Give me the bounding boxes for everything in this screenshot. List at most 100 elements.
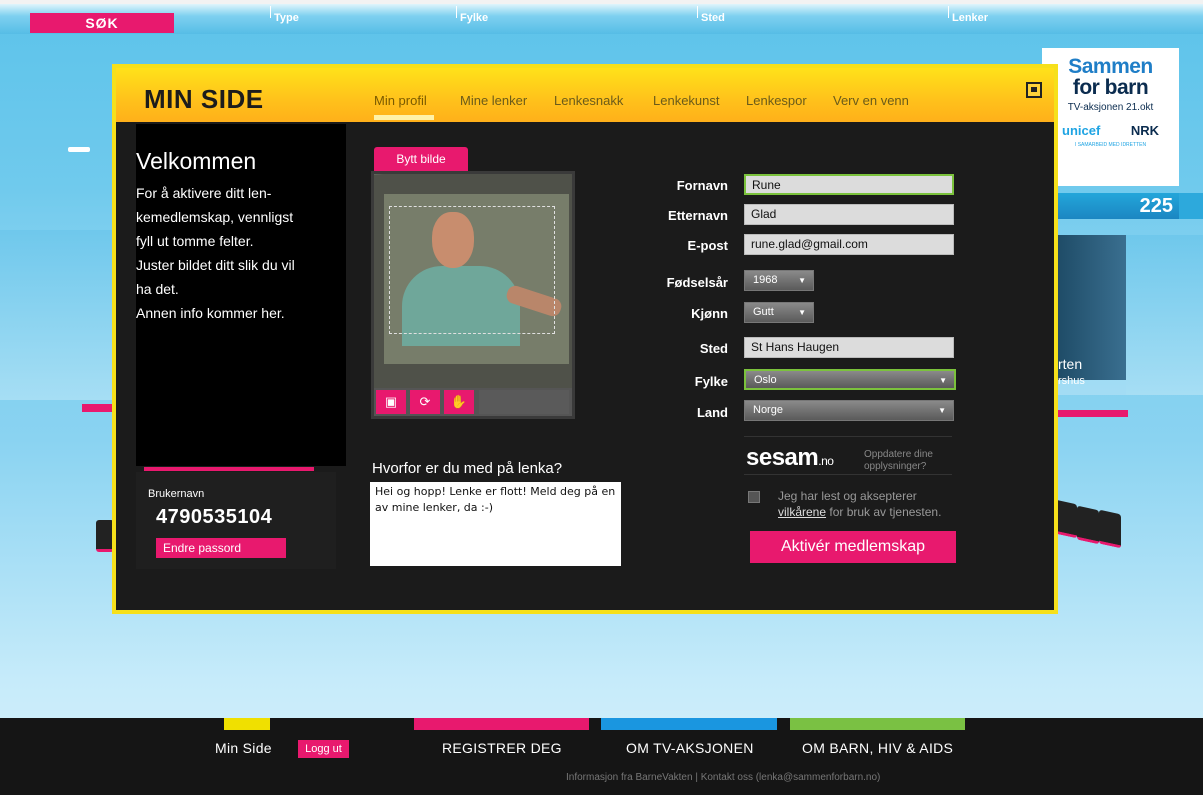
divider — [744, 436, 952, 437]
tab-lenkekunst[interactable]: Lenkekunst — [653, 93, 720, 108]
filter-links[interactable]: Lenker — [948, 6, 988, 24]
sponsor-title-1: Sammen — [1068, 55, 1153, 78]
tab-lenkesnakk[interactable]: Lenkesnakk — [554, 93, 623, 108]
sponsor-tagline: TV-aksjonen 21.okt — [1067, 102, 1154, 113]
filter-type[interactable]: Type — [270, 6, 299, 24]
sponsor-logo[interactable]: Sammen for barn TV-aksjonen 21.okt unice… — [1042, 48, 1179, 186]
background-card-name: rten — [1058, 356, 1083, 372]
welcome-text-line: For å aktivere ditt len- — [136, 185, 272, 201]
min-side-modal: MIN SIDE Min profil Mine lenker Lenkesna… — [112, 64, 1058, 614]
background-card-place: rshus — [1058, 375, 1085, 387]
chevron-down-icon: ▼ — [938, 406, 946, 415]
welcome-text-line: kemedlemskap, vennligst — [136, 209, 294, 225]
profile-photo[interactable] — [374, 174, 572, 388]
filter-county[interactable]: Fylke — [456, 6, 488, 24]
photo-editor: ▣ ⟳ ✋ — [371, 171, 575, 419]
terms-text: Jeg har lest og aksepterer vilkårene for… — [778, 489, 942, 519]
footer-strip-pink — [414, 718, 589, 730]
birth-year-select[interactable]: 1968 ▼ — [744, 270, 814, 291]
email-field[interactable]: rune.glad@gmail.com — [744, 234, 954, 255]
link-counter: 225 — [1139, 195, 1173, 217]
minimize-icon[interactable] — [1026, 82, 1042, 98]
modal-body: MIN SIDE Min profil Mine lenker Lenkesna… — [116, 68, 1054, 610]
email-label: E-post — [687, 238, 728, 253]
tab-min-profil[interactable]: Min profil — [374, 93, 427, 108]
terms-checkbox[interactable] — [748, 491, 760, 503]
footer-about-tv[interactable]: OM TV-AKSJONEN — [626, 740, 754, 756]
background-card-left — [0, 230, 112, 412]
sesam-update-link[interactable]: Oppdatere dine opplysninger? — [864, 449, 954, 473]
background-card-right — [1126, 235, 1203, 395]
country-label: Land — [696, 405, 728, 420]
footer-strip-blue — [601, 718, 777, 730]
bottom-edge — [0, 795, 1203, 800]
terms-link[interactable]: vilkårene — [778, 505, 826, 519]
welcome-panel: Velkommen For å aktivere ditt len- kemed… — [136, 124, 346, 466]
footer-register[interactable]: REGISTRER DEG — [442, 740, 562, 756]
chevron-down-icon: ▼ — [798, 276, 806, 285]
crop-icon[interactable]: ▣ — [376, 390, 406, 414]
chevron-down-icon: ▼ — [798, 308, 806, 317]
username-label: Brukernavn — [148, 488, 205, 500]
birth-year-value: 1968 — [753, 274, 778, 286]
sponsor-title-2: for barn — [1072, 76, 1149, 99]
modal-title: MIN SIDE — [144, 84, 264, 114]
welcome-text-line: Annen info kommer her. — [136, 305, 285, 321]
place-label: Sted — [699, 341, 728, 356]
footer-strip-green — [790, 718, 965, 730]
footer-min-side[interactable]: Min Side — [215, 740, 272, 756]
crop-selection[interactable] — [389, 206, 555, 334]
background-dash — [68, 147, 90, 152]
sesam-logo[interactable]: sesam.no — [746, 444, 834, 472]
user-panel: Brukernavn 4790535104 Endre passord — [136, 472, 336, 569]
gender-value: Gutt — [753, 306, 774, 318]
welcome-text-line: fyll ut tomme felter. — [136, 233, 254, 249]
change-password-button[interactable]: Endre passord — [156, 538, 286, 558]
unicef-logo: unicef — [1062, 123, 1101, 138]
last-name-label: Etternavn — [668, 208, 728, 223]
tab-lenkespor[interactable]: Lenkespor — [746, 93, 807, 108]
change-photo-button[interactable]: Bytt bilde — [374, 147, 468, 171]
county-value: Oslo — [754, 374, 777, 386]
hand-icon[interactable]: ✋ — [444, 390, 474, 414]
nrk-logo: NRK — [1130, 123, 1159, 138]
footer-about-children[interactable]: OM BARN, HIV & AIDS — [802, 740, 953, 756]
first-name-label: Fornavn — [676, 178, 728, 193]
counter-bar: 225 — [1056, 193, 1179, 219]
background-pink-bar — [1056, 410, 1128, 417]
last-name-field[interactable]: Glad — [744, 204, 954, 225]
divider — [744, 474, 952, 475]
gender-select[interactable]: Gutt ▼ — [744, 302, 814, 323]
background-tiles — [1055, 498, 1125, 549]
chevron-down-icon: ▼ — [939, 376, 947, 385]
footer: Min Side Logg ut REGISTRER DEG OM TV-AKS… — [0, 718, 1203, 800]
logout-button[interactable]: Logg ut — [298, 740, 349, 758]
welcome-text-line: ha det. — [136, 281, 179, 297]
county-label: Fylke — [694, 374, 728, 389]
active-tab-indicator — [374, 115, 434, 120]
counter-bar-end — [1179, 193, 1203, 219]
why-label: Hvorfor er du med på lenka? — [372, 460, 563, 477]
filter-place[interactable]: Sted — [697, 6, 725, 24]
country-select[interactable]: Norge ▼ — [744, 400, 954, 421]
welcome-title: Velkommen — [136, 148, 257, 174]
first-name-field[interactable]: Rune — [744, 174, 954, 195]
modal-header: MIN SIDE Min profil Mine lenker Lenkesna… — [116, 68, 1054, 122]
place-field[interactable]: St Hans Haugen — [744, 337, 954, 358]
sponsor-small-text: I SAMARBEID MED IDRETTEN — [1074, 142, 1147, 148]
footer-strip-yellow — [224, 718, 270, 730]
photo-toolbar: ▣ ⟳ ✋ — [374, 388, 572, 416]
birth-year-label: Fødselsår — [666, 275, 728, 290]
footer-info: Informasjon fra BarneVakten | Kontakt os… — [566, 772, 881, 783]
why-textarea[interactable]: Hei og hopp! Lenke er flott! Meld deg på… — [370, 482, 621, 566]
rotate-icon[interactable]: ⟳ — [410, 390, 440, 414]
username-value: 4790535104 — [156, 506, 273, 528]
divider-pink — [144, 467, 314, 471]
toolbar-spacer — [479, 390, 569, 414]
tab-mine-lenker[interactable]: Mine lenker — [460, 93, 527, 108]
search-button[interactable]: SØK — [30, 13, 174, 33]
tab-verv-en-venn[interactable]: Verv en venn — [833, 93, 909, 108]
activate-membership-button[interactable]: Aktivér medlemskap — [750, 531, 956, 563]
country-value: Norge — [753, 404, 783, 416]
county-select[interactable]: Oslo ▼ — [744, 369, 956, 390]
